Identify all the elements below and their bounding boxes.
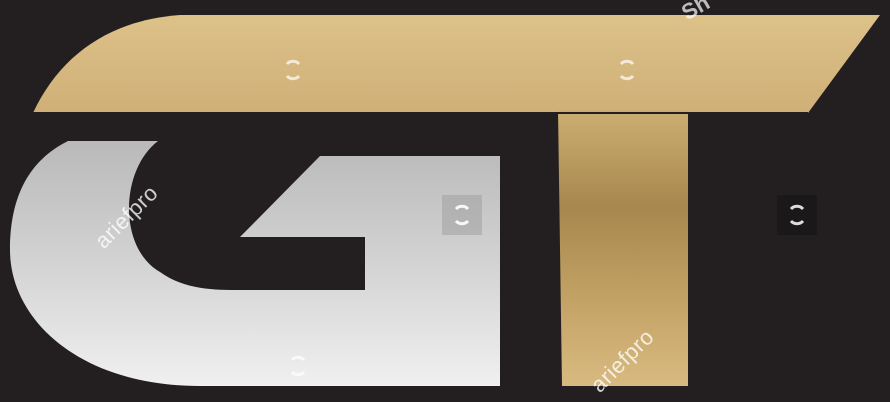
watermark-refresh-icon	[607, 50, 647, 90]
gold-top-bar	[33, 15, 880, 113]
watermark-refresh-icon	[278, 346, 318, 386]
logo-image: ariefpro ariefpro Sh	[0, 0, 890, 402]
silver-g	[10, 141, 500, 386]
watermark-refresh-icon	[777, 195, 817, 235]
watermark-refresh-icon	[442, 195, 482, 235]
watermark-refresh-icon	[273, 50, 313, 90]
